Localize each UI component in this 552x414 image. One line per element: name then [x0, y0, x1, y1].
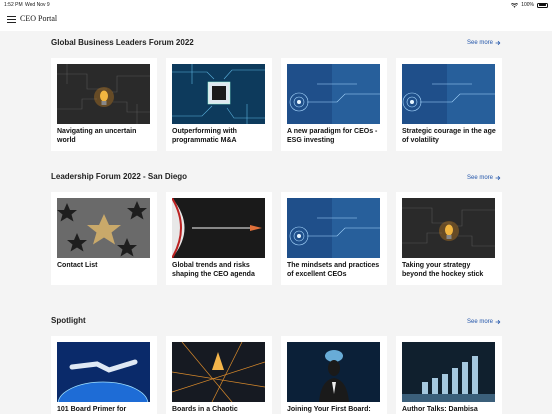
content-card[interactable]: A new paradigm for CEOs - ESG investing: [281, 58, 387, 151]
status-time: 1:52 PM: [4, 2, 23, 8]
card-title: Outperforming with programmatic M&A: [172, 128, 237, 144]
arrow-right-icon: [495, 40, 501, 46]
card-image-lightbulb: [57, 64, 150, 124]
content-card[interactable]: 101 Board Primer for: [51, 336, 157, 414]
card-title: Taking your strategy beyond the hockey s…: [402, 262, 484, 278]
card-title: Navigating an uncertain world: [57, 128, 137, 144]
card-title: Joining Your First Board:: [287, 406, 371, 413]
arrow-right-icon: [495, 175, 501, 181]
content-card[interactable]: The mindsets and practices of excellent …: [281, 192, 387, 285]
card-title: A new paradigm for CEOs - ESG investing: [287, 128, 378, 144]
section-title: Global Business Leaders Forum 2022: [51, 38, 194, 47]
card-row: Contact List Global trends and risks sha…: [51, 192, 502, 285]
card-image-city-night: [172, 342, 265, 402]
card-title: 101 Board Primer for: [57, 406, 127, 413]
content-card[interactable]: Global trends and risks shaping the CEO …: [166, 192, 272, 285]
status-right: 100%: [511, 2, 548, 8]
card-image-handshake-globe: [57, 342, 150, 402]
section-title: Spotlight: [51, 316, 86, 325]
status-bar: 1:52 PM Wed Nov 9 100%: [0, 0, 552, 10]
content-card[interactable]: Contact List: [51, 192, 157, 285]
card-row: Navigating an uncertain world Outperform…: [51, 58, 502, 151]
hamburger-menu-icon[interactable]: [7, 15, 16, 24]
content-card[interactable]: Outperforming with programmatic M&A: [166, 58, 272, 151]
wifi-icon: [511, 2, 519, 8]
arrow-right-icon: [495, 319, 501, 325]
card-image-lightbulb: [402, 198, 495, 258]
see-more-link[interactable]: See more: [467, 319, 501, 325]
see-more-link[interactable]: See more: [467, 40, 501, 46]
section-title: Leadership Forum 2022 - San Diego: [51, 172, 188, 181]
card-image-blue-tech: [402, 64, 495, 124]
card-title: Boards in a Chaotic: [172, 406, 238, 413]
card-title: Contact List: [57, 262, 98, 269]
card-title: The mindsets and practices of excellent …: [287, 262, 380, 278]
content-card[interactable]: Boards in a Chaotic: [166, 336, 272, 414]
content-card[interactable]: Joining Your First Board:: [281, 336, 387, 414]
card-image-city-bars: [402, 342, 495, 402]
see-more-label: See more: [466, 175, 493, 181]
content-card[interactable]: Strategic courage in the age of volatili…: [396, 58, 502, 151]
card-image-blue-tech: [287, 64, 380, 124]
content-card[interactable]: Navigating an uncertain world: [51, 58, 157, 151]
card-image-dart: [172, 198, 265, 258]
battery-percent: 100%: [521, 2, 534, 8]
content-card[interactable]: Taking your strategy beyond the hockey s…: [396, 192, 502, 285]
status-date: Wed Nov 9: [25, 2, 50, 8]
battery-icon: [537, 2, 548, 8]
card-image-stars: [57, 198, 150, 258]
content-card[interactable]: Author Talks: Dambisa: [396, 336, 502, 414]
app-header: CEO Portal: [0, 10, 552, 31]
card-image-blue-tech: [287, 198, 380, 258]
card-row: 101 Board Primer for Boards in a Chaotic…: [51, 336, 502, 414]
card-title: Global trends and risks shaping the CEO …: [172, 262, 255, 278]
card-image-head-brain: [287, 342, 380, 402]
card-image-chip-board: [172, 64, 265, 124]
card-title: Strategic courage in the age of volatili…: [402, 128, 496, 144]
see-more-label: See more: [466, 319, 493, 325]
card-title: Author Talks: Dambisa: [402, 406, 478, 413]
see-more-label: See more: [466, 40, 493, 46]
app-title: CEO Portal: [20, 14, 58, 23]
see-more-link[interactable]: See more: [467, 175, 501, 181]
